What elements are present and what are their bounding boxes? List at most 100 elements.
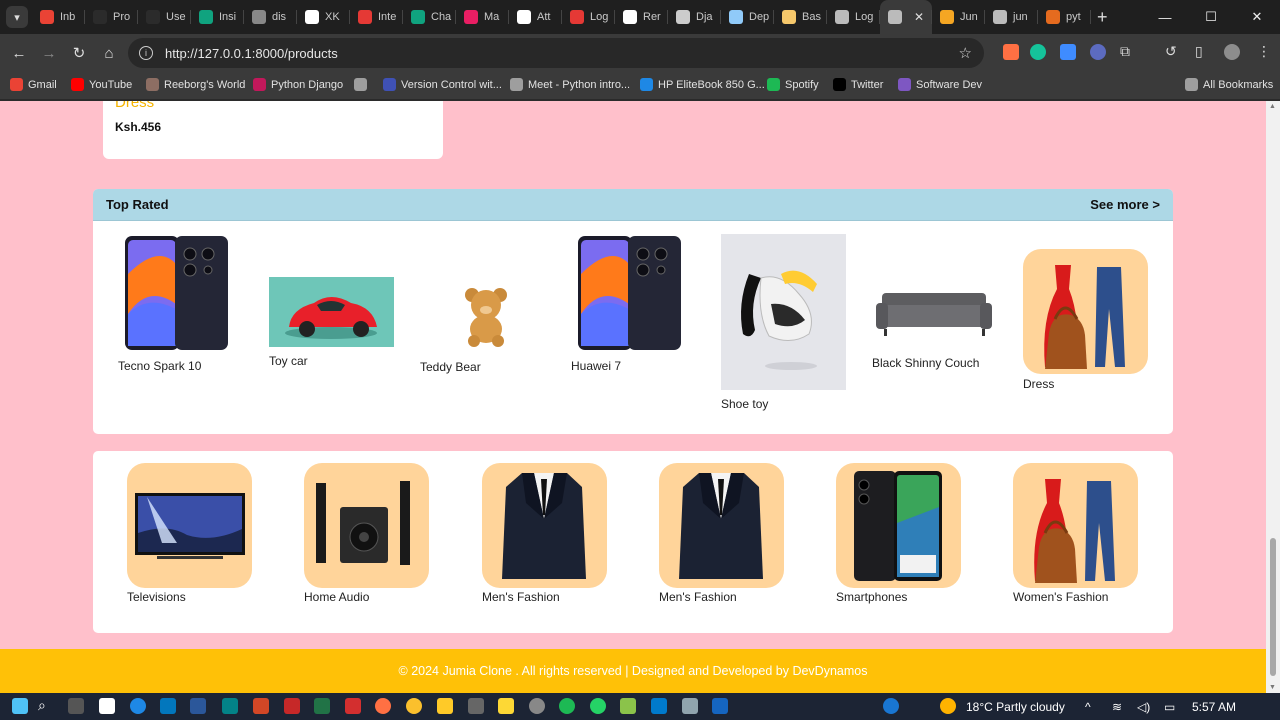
- settings-icon[interactable]: [468, 698, 484, 714]
- powerpoint-icon[interactable]: [253, 698, 269, 714]
- app-icon[interactable]: [620, 698, 636, 714]
- app-icon[interactable]: [682, 698, 698, 714]
- browser-tab[interactable]: jun: [985, 0, 1038, 34]
- mail-icon[interactable]: [160, 698, 176, 714]
- scrollbar-thumb[interactable]: [1270, 538, 1276, 676]
- category-item[interactable]: Women's Fashion: [1013, 463, 1138, 604]
- category-item[interactable]: Men's Fashion: [482, 463, 607, 604]
- browser-tab[interactable]: XK: [297, 0, 350, 34]
- profile-avatar[interactable]: [1224, 44, 1240, 60]
- browser-tab[interactable]: pyt: [1038, 0, 1091, 34]
- bookmark-item[interactable]: YouTube: [71, 78, 132, 91]
- bookmark-item[interactable]: HP EliteBook 850 G...: [640, 78, 765, 91]
- browser-tab[interactable]: Cha: [403, 0, 456, 34]
- edge-icon[interactable]: [130, 698, 146, 714]
- see-more-link[interactable]: See more >: [1090, 197, 1160, 212]
- product-item[interactable]: Toy car: [269, 277, 394, 368]
- browser-tab[interactable]: Log: [562, 0, 615, 34]
- category-item[interactable]: Home Audio: [304, 463, 429, 604]
- help-icon[interactable]: [883, 698, 899, 714]
- vscode-icon[interactable]: [651, 698, 667, 714]
- close-tab-icon[interactable]: ✕: [914, 10, 924, 24]
- spotify-icon[interactable]: [559, 698, 575, 714]
- menu-kebab-icon[interactable]: ⋮: [1257, 43, 1271, 60]
- tray-chevron-icon[interactable]: ^: [1085, 700, 1091, 714]
- volume-icon[interactable]: ◁): [1137, 700, 1150, 714]
- browser-tab[interactable]: dis: [244, 0, 297, 34]
- bookmark-item[interactable]: Reeborg's World: [146, 78, 245, 91]
- browser-tab[interactable]: Bas: [774, 0, 827, 34]
- word-icon[interactable]: [190, 698, 206, 714]
- browser-tab[interactable]: Ma: [456, 0, 509, 34]
- bookmark-item[interactable]: Meet - Python intro...: [510, 78, 630, 91]
- product-item[interactable]: Tecno Spark 10: [118, 234, 230, 373]
- bookmark-item[interactable]: Gmail: [10, 78, 57, 91]
- browser-tab[interactable]: Inte: [350, 0, 403, 34]
- weather-text[interactable]: 18°C Partly cloudy: [966, 700, 1065, 714]
- browser-tab[interactable]: Att: [509, 0, 562, 34]
- bookmark-star-icon[interactable]: ☆: [959, 44, 972, 62]
- firefox-icon[interactable]: [375, 698, 391, 714]
- extensions-puzzle-icon[interactable]: ⧉: [1120, 43, 1130, 60]
- product-item[interactable]: Shoe toy: [721, 234, 846, 411]
- maximize-icon[interactable]: ☐: [1188, 0, 1234, 34]
- network-icon[interactable]: ≋: [1112, 700, 1122, 714]
- publisher-icon[interactable]: [222, 698, 238, 714]
- browser-tab[interactable]: Use: [138, 0, 191, 34]
- battery-icon[interactable]: ▭: [1164, 700, 1175, 714]
- access-icon[interactable]: [284, 698, 300, 714]
- category-item[interactable]: Smartphones: [836, 463, 961, 604]
- minimize-icon[interactable]: —: [1142, 0, 1188, 34]
- site-info-icon[interactable]: i: [139, 46, 153, 60]
- browser-tab[interactable]: Log: [827, 0, 880, 34]
- close-window-icon[interactable]: ✕: [1234, 0, 1280, 34]
- history-icon[interactable]: ↺: [1165, 43, 1177, 60]
- browser-tab[interactable]: Pro: [85, 0, 138, 34]
- reload-icon[interactable]: ↻: [64, 44, 94, 62]
- bookmark-item[interactable]: Python Django: [253, 78, 343, 91]
- product-card[interactable]: Dress Ksh.456: [103, 101, 443, 159]
- tab-search-icon[interactable]: ▾: [6, 6, 28, 28]
- bookmark-item[interactable]: [354, 78, 372, 91]
- chrome-icon[interactable]: [406, 698, 422, 714]
- scroll-up-icon[interactable]: ▲: [1269, 103, 1276, 110]
- windows-start-icon[interactable]: [12, 698, 28, 714]
- product-item[interactable]: Dress: [1023, 249, 1148, 391]
- extension-icon[interactable]: [1090, 44, 1106, 60]
- browser-tab[interactable]: Insi: [191, 0, 244, 34]
- bookmark-item[interactable]: Spotify: [767, 78, 819, 91]
- product-name[interactable]: Dress: [115, 101, 154, 111]
- grammarly-icon[interactable]: [1030, 44, 1046, 60]
- forward-icon[interactable]: →: [34, 45, 64, 62]
- page-scrollbar[interactable]: ▲ ▼: [1266, 101, 1280, 693]
- bookmark-item[interactable]: All Bookmarks: [1185, 78, 1273, 91]
- excel-icon[interactable]: [314, 698, 330, 714]
- browser-tab[interactable]: Dep: [721, 0, 774, 34]
- side-panel-icon[interactable]: ▯: [1195, 43, 1203, 60]
- media-icon[interactable]: [529, 698, 545, 714]
- category-item[interactable]: Men's Fashion: [659, 463, 784, 604]
- app-icon[interactable]: [99, 698, 115, 714]
- extension-icon[interactable]: [1060, 44, 1076, 60]
- task-view-icon[interactable]: [68, 698, 84, 714]
- address-bar[interactable]: i http://127.0.0.1:8000/products ☆: [128, 38, 984, 68]
- browser-tab[interactable]: Inb: [32, 0, 85, 34]
- notes-icon[interactable]: [498, 698, 514, 714]
- bookmark-item[interactable]: Version Control wit...: [383, 78, 502, 91]
- product-item[interactable]: Teddy Bear: [420, 277, 545, 374]
- extension-icon[interactable]: [1003, 44, 1019, 60]
- browser-tab[interactable]: Jun: [932, 0, 985, 34]
- clock-time[interactable]: 5:57 AM: [1192, 700, 1236, 714]
- new-tab-icon[interactable]: +: [1097, 7, 1108, 28]
- bookmark-item[interactable]: Twitter: [833, 78, 883, 91]
- category-item[interactable]: Televisions: [127, 463, 252, 604]
- file-explorer-icon[interactable]: [437, 698, 453, 714]
- browser-tab[interactable]: ✕: [880, 0, 932, 34]
- browser-tab[interactable]: Rer: [615, 0, 668, 34]
- product-item[interactable]: Huawei 7: [571, 234, 683, 373]
- app-icon[interactable]: [712, 698, 728, 714]
- acrobat-icon[interactable]: [345, 698, 361, 714]
- browser-tab[interactable]: Dja: [668, 0, 721, 34]
- home-icon[interactable]: ⌂: [94, 45, 124, 62]
- whatsapp-icon[interactable]: [590, 698, 606, 714]
